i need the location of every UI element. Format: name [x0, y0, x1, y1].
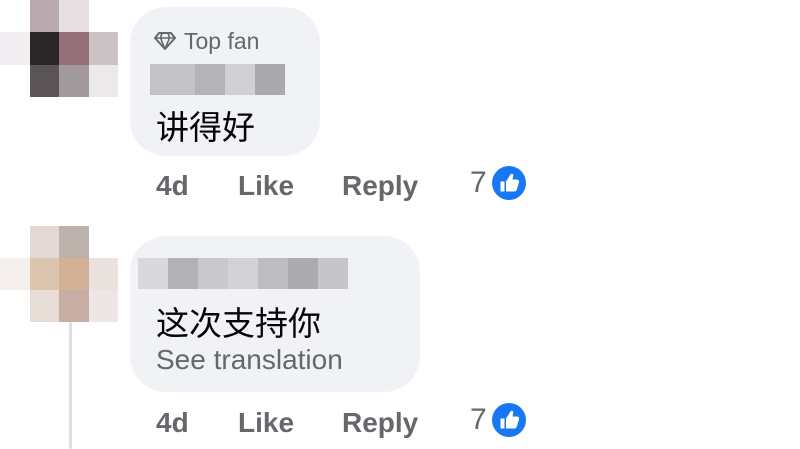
top-fan-badge: Top fan: [154, 27, 259, 55]
thread-line: [69, 322, 72, 449]
reply-button[interactable]: Reply: [342, 170, 470, 202]
comment-actions: 4d Like Reply 7: [156, 403, 527, 439]
timestamp[interactable]: 4d: [156, 407, 238, 439]
comment-text: 讲得好: [156, 109, 255, 146]
thumbs-up-icon: [491, 166, 526, 200]
thumbs-up-icon: [491, 403, 526, 437]
reaction-count: 7: [470, 403, 487, 436]
comment-bubble: 这次支持你 See translation: [130, 236, 420, 392]
comment-actions: 4d Like Reply 7: [156, 166, 527, 202]
reaction-count: 7: [470, 166, 487, 199]
like-button[interactable]: Like: [238, 407, 342, 439]
reaction-summary[interactable]: 7: [470, 402, 527, 438]
reply-button[interactable]: Reply: [342, 407, 470, 439]
avatar[interactable]: [0, 226, 118, 322]
badge-label: Top fan: [184, 27, 260, 54]
comment-bubble: Top fan 讲得好: [130, 7, 320, 156]
diamond-icon: [154, 32, 176, 50]
see-translation-link[interactable]: See translation: [156, 344, 343, 376]
commenter-name[interactable]: [150, 64, 285, 95]
like-button[interactable]: Like: [238, 170, 342, 202]
commenter-name[interactable]: [138, 258, 348, 289]
timestamp[interactable]: 4d: [156, 170, 238, 202]
reaction-summary[interactable]: 7: [470, 165, 527, 201]
avatar[interactable]: [0, 0, 118, 97]
comment-text: 这次支持你: [156, 305, 321, 342]
